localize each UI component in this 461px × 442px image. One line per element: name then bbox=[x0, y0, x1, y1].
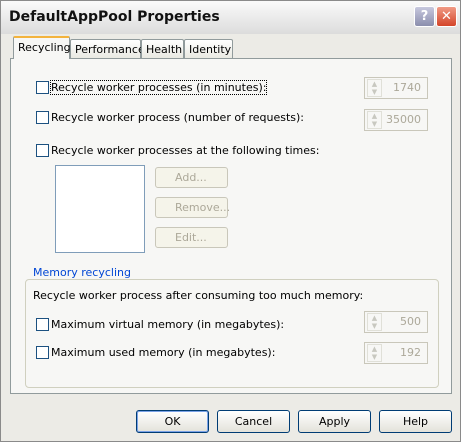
memory-recycling-legend: Memory recycling bbox=[31, 266, 133, 279]
spinner-arrows-icon[interactable]: ▲ ▼ bbox=[367, 79, 382, 97]
recycle-minutes-checkbox[interactable] bbox=[36, 81, 49, 94]
close-icon[interactable]: ✕ bbox=[436, 6, 457, 27]
times-listbox[interactable] bbox=[55, 165, 145, 253]
properties-dialog: DefaultAppPool Properties ? ✕ Recycling … bbox=[0, 0, 461, 442]
max-used-memory-spinner[interactable]: ▲ ▼ 192 bbox=[364, 342, 428, 364]
help-icon[interactable]: ? bbox=[414, 6, 435, 27]
spinner-value: 1740 bbox=[393, 81, 421, 94]
recycle-minutes-label[interactable]: Recycle worker processes (in minutes): bbox=[49, 80, 268, 95]
cancel-button[interactable]: Cancel bbox=[217, 410, 290, 433]
max-used-memory-checkbox[interactable] bbox=[36, 346, 49, 359]
ok-button[interactable]: OK bbox=[136, 410, 209, 433]
tab-recycling[interactable]: Recycling bbox=[13, 36, 71, 59]
spinner-arrows-icon[interactable]: ▲ ▼ bbox=[367, 344, 382, 362]
tab-performance[interactable]: Performance bbox=[70, 39, 145, 59]
recycle-minutes-spinner[interactable]: ▲ ▼ 1740 bbox=[364, 77, 428, 99]
remove-button[interactable]: Remove... bbox=[155, 197, 230, 218]
edit-button[interactable]: Edit... bbox=[155, 227, 228, 248]
max-virtual-memory-checkbox[interactable] bbox=[36, 318, 49, 331]
recycle-times-checkbox[interactable] bbox=[36, 144, 49, 157]
recycle-times-label[interactable]: Recycle worker processes at the followin… bbox=[51, 144, 319, 157]
max-virtual-memory-spinner[interactable]: ▲ ▼ 500 bbox=[364, 311, 428, 333]
recycle-requests-label[interactable]: Recycle worker process (number of reques… bbox=[51, 111, 304, 124]
tab-health[interactable]: Health bbox=[141, 39, 184, 59]
apply-button[interactable]: Apply bbox=[298, 410, 371, 433]
memory-description: Recycle worker process after consuming t… bbox=[33, 289, 364, 302]
spinner-value: 35000 bbox=[386, 113, 421, 126]
recycle-requests-spinner[interactable]: ▲ ▼ 35000 bbox=[364, 109, 428, 131]
spinner-arrows-icon[interactable]: ▲ ▼ bbox=[367, 111, 382, 129]
window-title: DefaultAppPool Properties bbox=[9, 9, 220, 25]
add-button[interactable]: Add... bbox=[155, 167, 228, 188]
max-used-memory-label[interactable]: Maximum used memory (in megabytes): bbox=[51, 346, 275, 359]
spinner-value: 500 bbox=[400, 315, 421, 328]
spinner-value: 192 bbox=[400, 346, 421, 359]
spinner-arrows-icon[interactable]: ▲ ▼ bbox=[367, 313, 382, 331]
max-virtual-memory-label[interactable]: Maximum virtual memory (in megabytes): bbox=[51, 318, 284, 331]
recycle-requests-checkbox[interactable] bbox=[36, 111, 49, 124]
title-bar[interactable]: DefaultAppPool Properties ? ✕ bbox=[1, 1, 460, 34]
help-button[interactable]: Help bbox=[379, 410, 452, 433]
tab-identity[interactable]: Identity bbox=[184, 39, 233, 59]
